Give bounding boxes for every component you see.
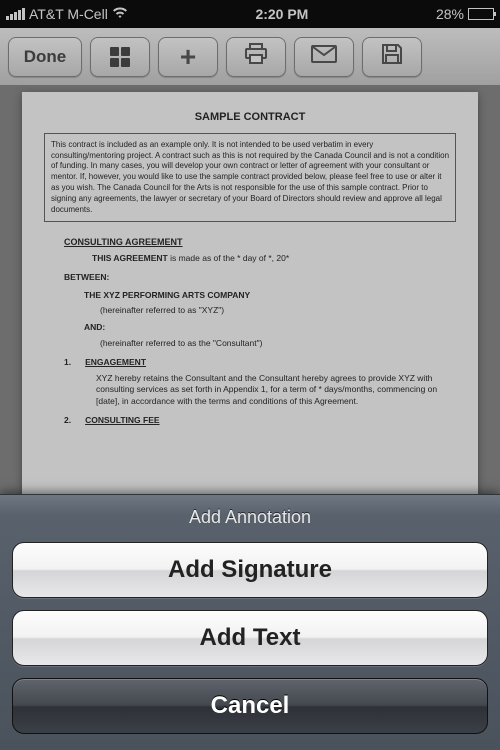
cancel-button[interactable]: Cancel: [12, 678, 488, 734]
add-signature-button[interactable]: Add Signature: [12, 542, 488, 598]
add-text-button[interactable]: Add Text: [12, 610, 488, 666]
add-signature-label: Add Signature: [168, 556, 332, 584]
sheet-title: Add Annotation: [12, 507, 488, 528]
cancel-label: Cancel: [211, 692, 290, 720]
add-text-label: Add Text: [200, 624, 301, 652]
action-sheet: Add Annotation Add Signature Add Text Ca…: [0, 494, 500, 750]
